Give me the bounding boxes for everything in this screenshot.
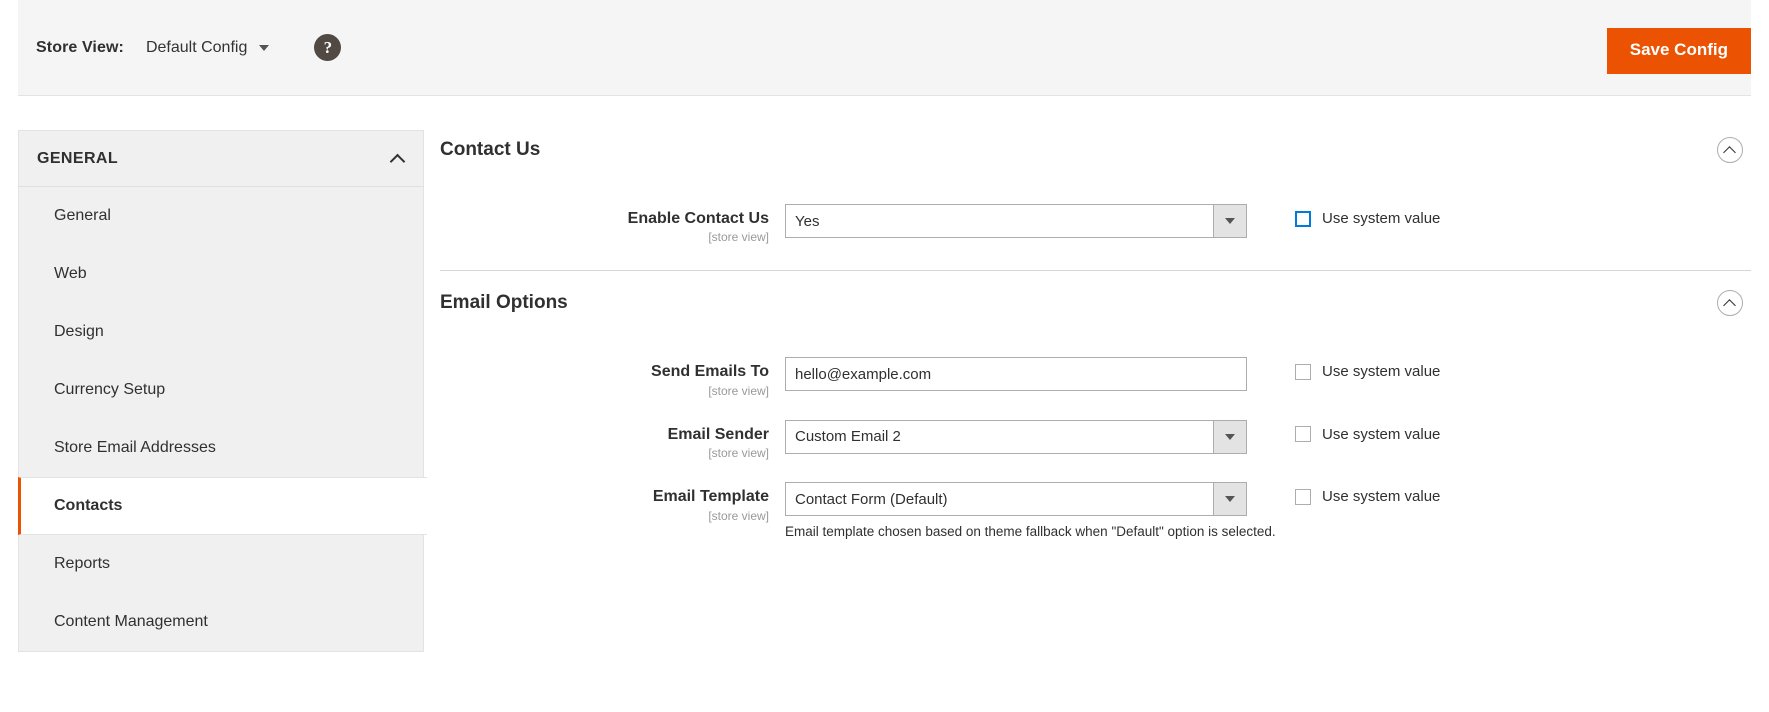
store-view-value: Default Config bbox=[145, 38, 248, 56]
field-email-template: Email Template [store view] Contact Form… bbox=[440, 482, 1751, 541]
chevron-up-circle-icon[interactable] bbox=[1717, 137, 1743, 163]
use-system-value-label: Use system value bbox=[1322, 425, 1441, 443]
help-icon[interactable]: ? bbox=[314, 34, 342, 61]
field-control: Custom Email 2 bbox=[785, 419, 1247, 454]
save-config-button[interactable]: Save Config bbox=[1606, 28, 1751, 74]
field-label: Email Template bbox=[652, 488, 769, 506]
sidebar-item-general[interactable]: General bbox=[19, 187, 423, 245]
sidebar-item-label: Currency Setup bbox=[54, 380, 166, 398]
chevron-down-icon bbox=[1213, 420, 1246, 453]
use-system-value-label: Use system value bbox=[1322, 488, 1441, 506]
sidebar-item-contacts[interactable]: Contacts bbox=[18, 477, 427, 535]
sidebar-item-design[interactable]: Design bbox=[19, 303, 423, 361]
field-label-wrap: Email Template [store view] bbox=[440, 482, 785, 522]
config-sidebar: GENERAL General Web Design Currency Setu… bbox=[18, 130, 427, 652]
field-scope: [store view] bbox=[708, 446, 769, 461]
use-system-value-checkbox[interactable] bbox=[1295, 363, 1311, 380]
chevron-down-icon bbox=[259, 44, 270, 51]
enable-contact-us-select[interactable]: Yes bbox=[785, 204, 1247, 238]
field-control: Contact Form (Default) Email template ch… bbox=[785, 482, 1276, 541]
field-label-wrap: Email Sender [store view] bbox=[440, 420, 785, 460]
use-system-value-toggle[interactable]: Use system value bbox=[1295, 482, 1440, 505]
use-system-value-checkbox[interactable] bbox=[1295, 210, 1311, 227]
sidebar-item-content-management[interactable]: Content Management bbox=[19, 593, 423, 651]
field-label: Enable Contact Us bbox=[627, 210, 769, 227]
sidebar-item-label: General bbox=[54, 206, 111, 224]
sidebar-item-label: Content Management bbox=[54, 612, 208, 630]
sidebar-item-label: Reports bbox=[54, 554, 111, 572]
store-view-label: Store View: bbox=[36, 38, 124, 56]
store-view-switcher[interactable]: Default Config bbox=[145, 38, 270, 57]
select-value: Custom Email 2 bbox=[795, 428, 901, 446]
sidebar-group-general[interactable]: GENERAL bbox=[18, 130, 424, 187]
config-content: Contact Us Enable Contact Us [store view… bbox=[440, 118, 1751, 541]
use-system-value-checkbox[interactable] bbox=[1295, 426, 1311, 443]
field-scope: [store view] bbox=[708, 230, 769, 245]
field-email-sender: Email Sender [store view] Custom Email 2… bbox=[440, 419, 1751, 460]
section-title: Email Options bbox=[440, 292, 568, 314]
use-system-value-toggle[interactable]: Use system value bbox=[1295, 204, 1440, 227]
field-label: Email Sender bbox=[667, 425, 769, 443]
field-control: Yes bbox=[785, 204, 1247, 238]
field-label: Send Emails To bbox=[651, 363, 769, 381]
sidebar-item-label: Design bbox=[54, 322, 104, 340]
sidebar-item-web[interactable]: Web bbox=[19, 245, 423, 303]
use-system-value-toggle[interactable]: Use system value bbox=[1295, 420, 1440, 443]
field-control bbox=[785, 357, 1247, 392]
sidebar-item-list: General Web Design Currency Setup Store … bbox=[18, 187, 427, 652]
email-template-note: Email template chosen based on theme fal… bbox=[785, 524, 1276, 540]
send-emails-to-input[interactable] bbox=[785, 357, 1247, 392]
field-scope: [store view] bbox=[708, 383, 769, 398]
chevron-up-circle-icon[interactable] bbox=[1717, 290, 1743, 317]
sidebar-group-label: GENERAL bbox=[37, 149, 119, 167]
sidebar-item-reports[interactable]: Reports bbox=[19, 535, 423, 593]
sidebar-item-label: Store Email Addresses bbox=[54, 438, 216, 456]
field-send-emails-to: Send Emails To [store view] Use system v… bbox=[440, 357, 1751, 398]
email-sender-select[interactable]: Custom Email 2 bbox=[785, 419, 1247, 454]
store-view-bar: Store View: Default Config ? bbox=[18, 0, 1751, 96]
sidebar-item-store-email-addresses[interactable]: Store Email Addresses bbox=[19, 419, 423, 477]
field-label-wrap: Send Emails To [store view] bbox=[440, 357, 785, 397]
chevron-down-icon bbox=[1213, 205, 1246, 237]
select-value: Contact Form (Default) bbox=[795, 490, 948, 508]
section-header-email-options[interactable]: Email Options bbox=[440, 271, 1751, 335]
use-system-value-toggle[interactable]: Use system value bbox=[1295, 357, 1440, 380]
admin-config-page: Store View: Default Config ? Save Config… bbox=[0, 0, 1769, 712]
use-system-value-checkbox[interactable] bbox=[1295, 488, 1311, 505]
field-label-wrap: Enable Contact Us [store view] bbox=[440, 204, 785, 244]
chevron-down-icon bbox=[1213, 483, 1246, 516]
sidebar-item-label: Web bbox=[54, 264, 87, 282]
field-enable-contact-us: Enable Contact Us [store view] Yes Use s… bbox=[440, 204, 1751, 244]
sidebar-item-currency-setup[interactable]: Currency Setup bbox=[19, 361, 423, 419]
chevron-up-icon bbox=[391, 152, 405, 166]
select-value: Yes bbox=[795, 212, 820, 230]
field-scope: [store view] bbox=[708, 508, 769, 523]
sidebar-item-label: Contacts bbox=[54, 497, 123, 514]
section-header-contact-us[interactable]: Contact Us bbox=[440, 118, 1751, 182]
email-template-select[interactable]: Contact Form (Default) bbox=[785, 482, 1247, 517]
use-system-value-label: Use system value bbox=[1322, 363, 1441, 381]
section-title: Contact Us bbox=[440, 139, 541, 160]
use-system-value-label: Use system value bbox=[1322, 210, 1441, 227]
